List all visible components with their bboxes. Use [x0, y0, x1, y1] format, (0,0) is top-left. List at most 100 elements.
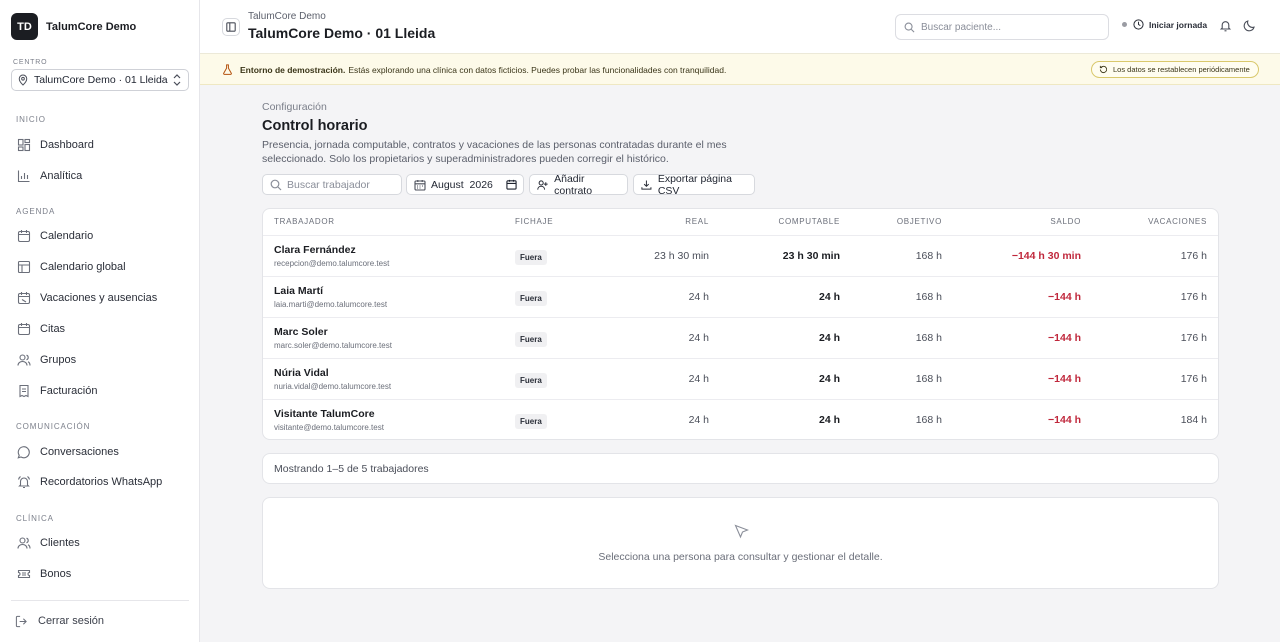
table-row[interactable]: Visitante TalumCore visitante@demo.talum…	[263, 399, 1218, 439]
sidebar-item-clientes[interactable]: Clientes	[11, 531, 189, 555]
sidebar-item-calendario[interactable]: Calendario	[11, 224, 189, 248]
search-icon	[904, 22, 915, 32]
download-icon	[641, 179, 652, 190]
message-circle-icon	[17, 446, 30, 459]
mouse-pointer-icon	[734, 524, 749, 539]
ticket-icon	[17, 569, 31, 579]
flask-icon	[223, 64, 232, 75]
center-select[interactable]: TalumCore Demo · 01 Lleida	[11, 69, 189, 91]
vacation-hours: 184 h	[1180, 414, 1207, 426]
table-row[interactable]: Clara Fernández recepcion@demo.talumcore…	[263, 235, 1218, 276]
start-shift-label: Iniciar jornada	[1149, 19, 1208, 30]
balance-hours: −144 h	[1048, 414, 1081, 426]
status-badge: Fuera	[515, 332, 547, 347]
sidebar-divider	[11, 600, 189, 601]
sidebar-item-label: Facturación	[40, 385, 98, 397]
status-badge: Fuera	[515, 291, 547, 306]
clock-icon	[1133, 19, 1144, 30]
patient-search-placeholder: Buscar paciente...	[921, 21, 1002, 33]
moon-icon[interactable]	[1243, 19, 1256, 32]
worker-name: Visitante TalumCore	[274, 408, 375, 420]
sidebar-item-facturacion[interactable]: Facturación	[11, 379, 189, 403]
vacation-hours: 176 h	[1180, 373, 1207, 385]
logout-label: Cerrar sesión	[38, 615, 105, 627]
status-badge: Fuera	[515, 414, 547, 429]
search-icon	[270, 179, 282, 190]
demo-banner-strong: Entorno de demostración.	[240, 64, 346, 75]
sidebar-item-label: Calendario global	[40, 261, 126, 273]
users-icon	[17, 537, 31, 549]
col-header-computable[interactable]: COMPUTABLE	[778, 217, 840, 226]
calendar-picker-icon[interactable]	[506, 179, 517, 190]
col-header-fichaje[interactable]: FICHAJE	[515, 217, 553, 226]
header-subtitle: TalumCore Demo	[248, 11, 326, 22]
balance-hours: −144 h	[1048, 291, 1081, 303]
sidebar-item-analitica[interactable]: Analítica	[11, 164, 189, 188]
center-label: CENTRO	[13, 59, 48, 66]
target-hours: 168 h	[915, 414, 942, 426]
start-shift-button[interactable]: Iniciar jornada	[1122, 19, 1207, 30]
month-picker[interactable]: August 2026	[406, 174, 524, 195]
computable-hours: 24 h	[818, 291, 840, 303]
balance-hours: −144 h 30 min	[1011, 250, 1081, 262]
worker-search-input[interactable]: Buscar trabajador	[262, 174, 402, 195]
table-row[interactable]: Marc Soler marc.soler@demo.talumcore.tes…	[263, 317, 1218, 358]
worker-email: marc.soler@demo.talumcore.test	[274, 341, 392, 350]
sidebar-item-calendario-global[interactable]: Calendario global	[11, 255, 189, 279]
sidebar-item-bonos[interactable]: Bonos	[11, 562, 189, 586]
status-dot	[1122, 22, 1127, 27]
users-icon	[17, 354, 31, 366]
pagination-summary: Mostrando 1–5 de 5 trabajadores	[262, 453, 1219, 484]
page-description: Presencia, jornada computable, contratos…	[262, 139, 727, 165]
col-header-saldo[interactable]: SALDO	[1050, 217, 1081, 226]
breadcrumb[interactable]: Configuración	[262, 101, 327, 113]
bell-icon[interactable]	[1219, 19, 1232, 32]
col-header-vacaciones[interactable]: VACACIONES	[1148, 217, 1207, 226]
sidebar-item-dashboard[interactable]: Dashboard	[11, 133, 189, 157]
status-badge: Fuera	[515, 250, 547, 265]
real-hours: 24 h	[688, 373, 709, 385]
sidebar-item-vacaciones[interactable]: Vacaciones y ausencias	[11, 286, 189, 310]
export-csv-button[interactable]: Exportar página CSV	[633, 173, 755, 197]
real-hours: 24 h	[688, 414, 709, 426]
balance-hours: −144 h	[1048, 332, 1081, 344]
brand[interactable]: TD TalumCore Demo	[11, 13, 136, 40]
sidebar-toggle-button[interactable]	[222, 18, 240, 36]
table-row[interactable]: Laia Martí laia.marti@demo.talumcore.tes…	[263, 276, 1218, 317]
time-control-table: TRABAJADOR FICHAJE REAL COMPUTABLE OBJET…	[262, 208, 1219, 440]
sidebar-item-grupos[interactable]: Grupos	[11, 348, 189, 372]
calendar-off-icon	[17, 292, 31, 305]
logout-button[interactable]: Cerrar sesión	[11, 610, 104, 632]
sidebar-item-label: Analítica	[40, 170, 83, 182]
vacation-hours: 176 h	[1180, 291, 1207, 303]
detail-empty-message: Selecciona una persona para consultar y …	[598, 551, 883, 563]
col-header-objetivo[interactable]: OBJETIVO	[897, 217, 942, 226]
real-hours: 23 h 30 min	[654, 250, 709, 262]
sidebar-item-label: Vacaciones y ausencias	[40, 292, 158, 304]
sidebar-item-label: Citas	[40, 323, 66, 335]
target-hours: 168 h	[915, 250, 942, 262]
sidebar-item-label: Recordatorios WhatsApp	[40, 476, 163, 488]
sidebar-item-recordatorios[interactable]: Recordatorios WhatsApp	[11, 470, 189, 494]
col-header-worker[interactable]: TRABAJADOR	[274, 217, 335, 226]
user-plus-icon	[537, 179, 548, 190]
add-contract-button[interactable]: Añadir contrato	[529, 173, 628, 197]
sidebar-item-label: Conversaciones	[40, 446, 119, 458]
col-header-real[interactable]: REAL	[685, 217, 709, 226]
sidebar-item-conversaciones[interactable]: Conversaciones	[11, 440, 189, 464]
worker-email: visitante@demo.talumcore.test	[274, 423, 384, 432]
sidebar: TD TalumCore Demo CENTRO TalumCore Demo …	[0, 0, 200, 642]
sidebar-item-citas[interactable]: Citas	[11, 317, 189, 341]
receipt-icon	[19, 384, 29, 398]
nav-section-clinica: CLÍNICA	[16, 514, 54, 523]
patient-search-input[interactable]: Buscar paciente...	[895, 14, 1109, 40]
sidebar-item-label: Bonos	[40, 568, 72, 580]
table-row[interactable]: Núria Vidal nuria.vidal@demo.talumcore.t…	[263, 358, 1218, 399]
data-reset-badge: Los datos se restablecen periódicamente	[1091, 61, 1259, 78]
map-pin-icon	[18, 74, 28, 86]
bell-ring-icon	[17, 476, 31, 489]
worker-email: laia.marti@demo.talumcore.test	[274, 300, 388, 309]
demo-banner-message: Entorno de demostración. Estás explorand…	[222, 64, 726, 75]
demo-banner: Entorno de demostración. Estás explorand…	[200, 54, 1280, 85]
panel-left-icon	[226, 22, 236, 32]
